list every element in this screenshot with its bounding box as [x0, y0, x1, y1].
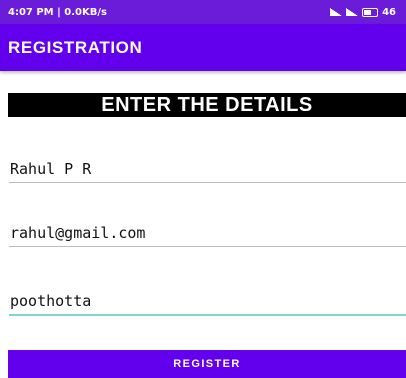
battery-icon: [362, 7, 379, 17]
signal-icon: [346, 8, 359, 16]
form-heading: ENTER THE DETAILS: [8, 93, 406, 117]
status-right: 46: [330, 7, 396, 18]
status-left: 4:07 PM | 0.0KB/s: [8, 7, 107, 18]
status-bar: 4:07 PM | 0.0KB/s 46: [0, 0, 406, 24]
email-input[interactable]: [9, 219, 406, 247]
battery-level: 46: [382, 6, 396, 18]
signal-icon: [330, 8, 343, 16]
register-button[interactable]: REGISTER: [8, 350, 406, 378]
name-input[interactable]: [9, 155, 406, 183]
status-time: 4:07 PM | 0.0KB/s: [8, 6, 107, 18]
address-input[interactable]: [9, 288, 406, 316]
app-bar: REGISTRATION: [0, 24, 406, 71]
app-title: REGISTRATION: [8, 37, 143, 57]
